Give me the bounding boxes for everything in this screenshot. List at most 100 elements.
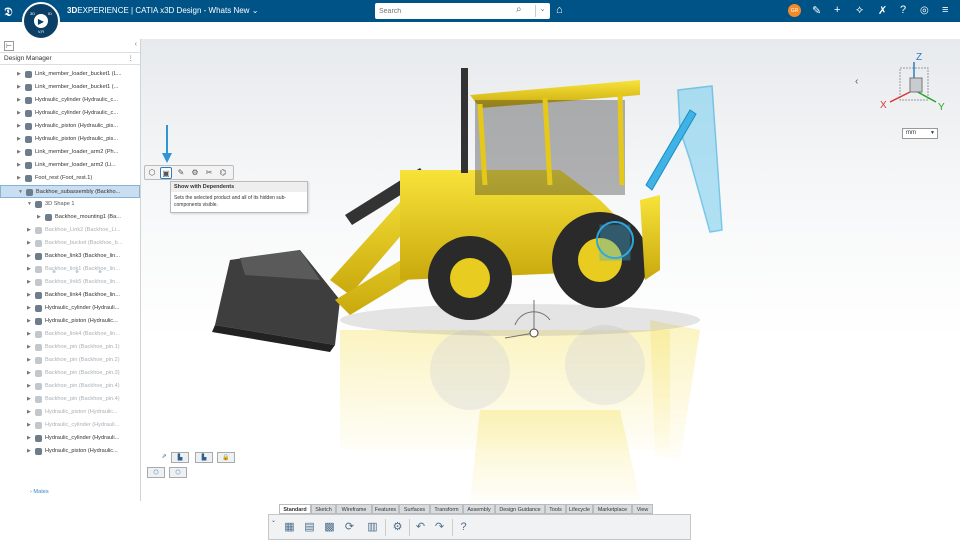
tab-transform[interactable]: Transform <box>430 504 463 514</box>
tree-row[interactable]: ▶ Hydraulic_piston (Hydraulic... <box>0 445 140 458</box>
units-dropdown[interactable]: mm ▼ <box>902 128 938 139</box>
tree-row[interactable]: ▶ Backhoe_link3 (Backhoe_lin... <box>0 250 140 263</box>
help-icon[interactable]: ? <box>455 519 472 536</box>
tab-design-guidance[interactable]: Design Guidance <box>495 504 545 514</box>
circle-help-icon[interactable]: ◎ <box>920 5 929 16</box>
expand-toggle-icon[interactable]: ▶ <box>17 146 21 159</box>
expand-toggle-icon[interactable]: ▶ <box>27 432 31 445</box>
tools-icon[interactable]: ✂ <box>203 167 215 179</box>
tree-row[interactable]: ▶ Backhoe_link5 (Backhoe_lin... <box>0 276 140 289</box>
select-mode-1-button[interactable]: ▙ <box>171 452 189 463</box>
tree-row[interactable]: ▶ Backhoe_pin (Backhoe_pin.4) <box>0 380 140 393</box>
expand-toggle-icon[interactable]: ▶ <box>17 120 21 133</box>
tree-row[interactable]: ▶ Hydraulic_piston (Hydraulic... <box>0 406 140 419</box>
tree-row[interactable]: ▶ Backhoe_link4 (Backhoe_lin... <box>0 328 140 341</box>
3d-viewport[interactable] <box>141 39 960 540</box>
search-scope-dropdown[interactable]: ⌄ <box>535 5 549 17</box>
expand-toggle-icon[interactable]: ▶ <box>37 211 41 224</box>
menu-icon[interactable]: ≡ <box>942 4 948 16</box>
cube-filter-2-button[interactable]: ⬡ <box>169 467 187 478</box>
open-icon[interactable]: ▤ <box>301 519 318 536</box>
tree-row[interactable]: ▼ 3D Shape 1 <box>0 198 140 211</box>
search-icon[interactable]: ⌕ <box>516 4 522 15</box>
compass-button[interactable]: 3D ID ▶ V,R <box>22 2 60 40</box>
expand-toggle-icon[interactable]: ▶ <box>17 107 21 120</box>
tree-row[interactable]: ▶ Hydraulic_cylinder (Hydraulic_c... <box>0 94 140 107</box>
tree-row[interactable]: ▶ Backhoe_pin (Backhoe_pin.1) <box>0 341 140 354</box>
tree-row[interactable]: ▶ Link_member_loader_arm2 (Ph... <box>0 146 140 159</box>
redo-icon[interactable]: ↷ <box>431 519 448 536</box>
network-icon[interactable]: ⟡ <box>856 4 863 17</box>
tree-row[interactable]: ▶ Backhoe_pin (Backhoe_pin.2) <box>0 354 140 367</box>
tree-row[interactable]: ▶ Backhoe_pin (Backhoe_pin.3) <box>0 367 140 380</box>
expand-toggle-icon[interactable]: ▶ <box>17 172 21 185</box>
lock-icon[interactable]: 🔒 <box>217 452 235 463</box>
expand-toggle-icon[interactable]: ▶ <box>17 133 21 146</box>
expand-toggle-icon[interactable]: ▶ <box>17 68 21 81</box>
tab-surfaces[interactable]: Surfaces <box>399 504 430 514</box>
show-with-dependents-button[interactable]: ▣ <box>160 167 172 179</box>
tree-row[interactable]: ▶ Hydraulic_cylinder (Hydrauli... <box>0 419 140 432</box>
expand-toggle-icon[interactable]: ▶ <box>27 354 31 367</box>
tree-row[interactable]: ▶ Backhoe_bucket (Backhoe_b... <box>0 237 140 250</box>
expand-toggle-icon[interactable]: ▼ <box>18 186 23 197</box>
add-icon[interactable]: + <box>834 4 840 16</box>
expand-toggle-icon[interactable]: ▶ <box>17 159 21 172</box>
expand-toggle-icon[interactable]: ▶ <box>27 380 31 393</box>
save-icon[interactable]: ▩ <box>321 519 338 536</box>
tree-row[interactable]: ▶ Hydraulic_piston (Hydraulic_pis... <box>0 120 140 133</box>
expand-toggle-icon[interactable]: ▶ <box>27 419 31 432</box>
tree-row[interactable]: ▶ Link_member_loader_arm2 (Li... <box>0 159 140 172</box>
cube-icon[interactable]: ⬡ <box>146 167 158 179</box>
expand-toggle-icon[interactable]: ▶ <box>27 263 31 276</box>
tools-icon[interactable]: ✗ <box>878 4 887 17</box>
chevron-left-icon[interactable]: ‹ <box>855 76 858 87</box>
tree-row[interactable]: ▼ Backhoe_subassembly (Backho... <box>0 185 140 198</box>
tab-features[interactable]: Features <box>372 504 399 514</box>
expand-toggle-icon[interactable]: ▶ <box>27 289 31 302</box>
cube-filter-1-button[interactable]: ⬡ <box>147 467 165 478</box>
expand-toggle-icon[interactable]: ▶ <box>27 237 31 250</box>
tree-row[interactable]: ▶ Backhoe_Link2 (Backhoe_Li... <box>0 224 140 237</box>
share-icon[interactable]: ✎ <box>812 4 821 17</box>
shape-icon-2[interactable]: ⟰ <box>72 269 82 276</box>
tag-icon[interactable]: ⌂ <box>556 4 563 16</box>
expand-toggle-icon[interactable]: ▶ <box>17 94 21 107</box>
tab-marketplace[interactable]: Marketplace <box>593 504 632 514</box>
tree-row[interactable]: ▶ Backhoe_pin (Backhoe_pin.4) <box>0 393 140 406</box>
expand-toggle-icon[interactable]: ▶ <box>27 224 31 237</box>
tab-standard[interactable]: Standard <box>279 504 311 514</box>
properties-icon[interactable]: ▥ <box>364 519 381 536</box>
expand-toggle-icon[interactable]: ▶ <box>27 328 31 341</box>
expand-toggle-icon[interactable]: ▶ <box>27 302 31 315</box>
chevron-down-icon[interactable]: ⌄ <box>271 517 276 524</box>
help-icon[interactable]: ? <box>900 4 906 16</box>
expand-toggle-icon[interactable]: ▶ <box>27 445 31 458</box>
tab-wireframe[interactable]: Wireframe <box>336 504 372 514</box>
tree-row[interactable]: ▶ Link_member_loader_bucket1 (... <box>0 81 140 94</box>
undo-icon[interactable]: ↶ <box>412 519 429 536</box>
mates-node[interactable]: › Mates <box>30 489 49 495</box>
tree-row[interactable]: ▶ Hydraulic_cylinder (Hydraulic_c... <box>0 107 140 120</box>
tree-icon[interactable]: ⊢ <box>4 41 14 51</box>
select-mode-2-button[interactable]: ▙ <box>195 452 213 463</box>
more-options-icon[interactable]: ⋮ <box>128 53 135 65</box>
tree-row[interactable]: ▶ Hydraulic_cylinder (Hydrauli... <box>0 432 140 445</box>
expand-toggle-icon[interactable]: ▶ <box>27 406 31 419</box>
refresh-icon[interactable]: ⟳ <box>341 519 358 536</box>
axis-compass[interactable]: Z X Y <box>870 50 950 120</box>
tree-row[interactable]: ▶ Hydraulic_cylinder (Hydrauli... <box>0 302 140 315</box>
gear-icon[interactable]: ⚙ <box>189 167 201 179</box>
expand-toggle-icon[interactable]: ▶ <box>27 315 31 328</box>
backhoe-model[interactable] <box>141 39 960 540</box>
tree-row[interactable]: ▶ Link_member_loader_bucket1 (L... <box>0 68 140 81</box>
expand-toggle-icon[interactable]: ▶ <box>27 393 31 406</box>
expand-toggle-icon[interactable]: ▶ <box>27 341 31 354</box>
tree-row[interactable]: ▶ Backhoe_link4 (Backhoe_lin... <box>0 289 140 302</box>
avatar[interactable]: GR <box>788 4 801 17</box>
product-icon[interactable]: ▦ <box>281 519 298 536</box>
tree-row[interactable]: ▶ Hydraulic_piston (Hydraulic_pis... <box>0 133 140 146</box>
pencil-icon[interactable]: ✎ <box>175 167 187 179</box>
tree-row[interactable]: ▶ Backhoe_mounting1 (Ba... <box>0 211 140 224</box>
tree-row[interactable]: ▶ Foot_rest (Foot_rest.1) <box>0 172 140 185</box>
